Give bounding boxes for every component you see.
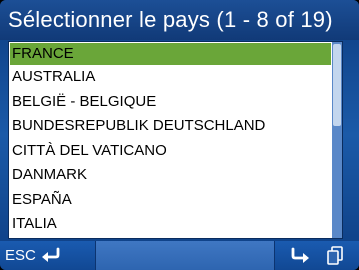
list-item-australia[interactable]: AUSTRALIA — [9, 65, 332, 90]
bottom-bar-center — [95, 241, 275, 270]
bottom-bar: ESC — [0, 241, 359, 270]
esc-button[interactable]: ESC — [0, 241, 100, 270]
list-item-italy[interactable]: ITALIA — [9, 212, 332, 237]
title-bar: Sélectionner le pays (1 - 8 of 19) — [0, 0, 359, 40]
list-item-belgium[interactable]: BELGIË - BELGIQUE — [9, 90, 332, 115]
esc-label: ESC — [5, 247, 36, 264]
list-item-germany[interactable]: BUNDESREPUBLIK DEUTSCHLAND — [9, 114, 332, 139]
page-title: Sélectionner le pays (1 - 8 of 19) — [8, 7, 333, 32]
list-item-denmark[interactable]: DANMARK — [9, 163, 332, 188]
list-item-france[interactable]: FRANCE — [10, 43, 331, 65]
list-scrollbar[interactable] — [332, 42, 342, 238]
list-item-spain[interactable]: ESPAÑA — [9, 188, 332, 213]
pages-icon[interactable] — [327, 246, 343, 265]
enter-arrow-icon[interactable] — [290, 247, 310, 264]
return-arrow-icon — [42, 247, 60, 262]
scrollbar-thumb[interactable] — [333, 44, 341, 126]
country-list-panel: FRANCE AUSTRALIA BELGIË - BELGIQUE BUNDE… — [8, 41, 343, 239]
list-item-vatican[interactable]: CITTÀ DEL VATICANO — [9, 139, 332, 164]
country-list: FRANCE AUSTRALIA BELGIË - BELGIQUE BUNDE… — [9, 42, 332, 237]
bottom-bar-actions — [275, 241, 359, 270]
country-selection-screen: Sélectionner le pays (1 - 8 of 19) FRANC… — [0, 0, 359, 270]
